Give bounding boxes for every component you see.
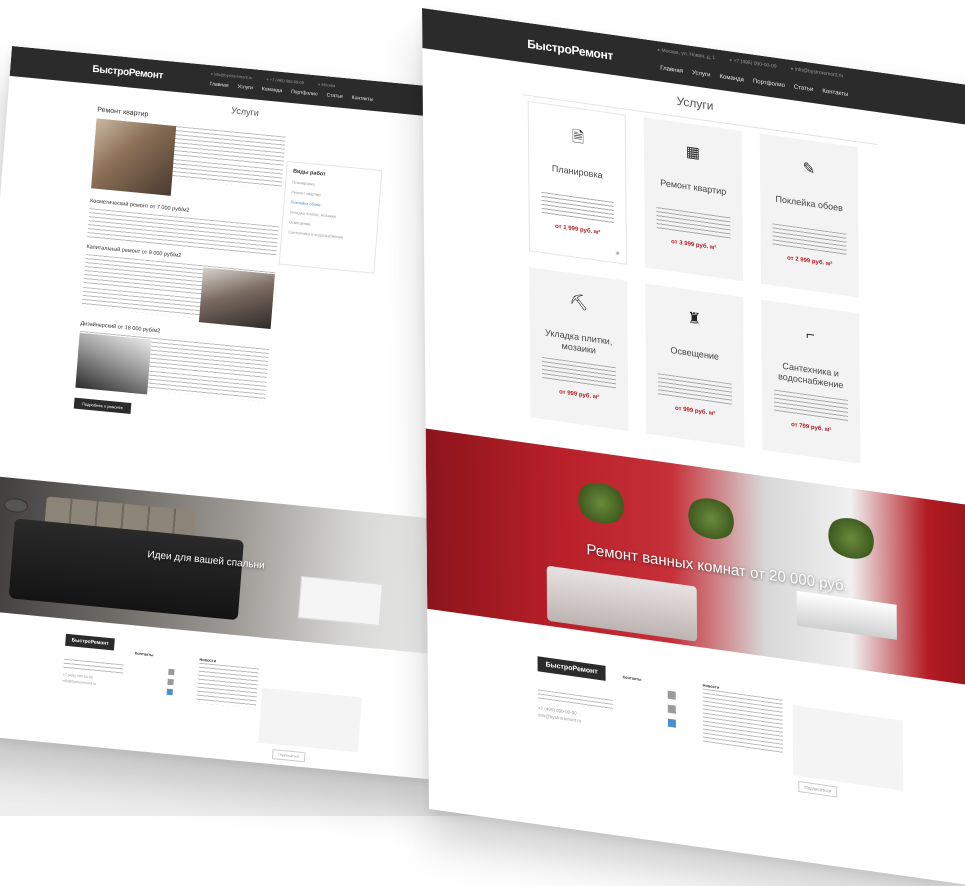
main-nav: Главная Услуги Команда Портфолио Статьи … [209, 81, 373, 103]
footer-logo[interactable]: БыстроРемонт [537, 656, 606, 681]
service-card-lighting[interactable]: ♜ Освещение от 999 руб. м² [645, 283, 745, 448]
social-icon[interactable] [667, 690, 676, 700]
faucet-icon: ⌐ [805, 326, 815, 345]
social-icon[interactable] [667, 718, 676, 728]
footer-about: +7 (495) 000-00-00 info@bystroremont.ru [537, 689, 613, 729]
subscribe-button[interactable]: Подписаться [271, 749, 306, 763]
nav-home[interactable]: Главная [660, 66, 683, 75]
nav-team[interactable]: Команда [262, 86, 283, 94]
service-card-planning[interactable]: 🗎 Планировка от 1 999 руб. м² ◉ [527, 100, 627, 265]
subscribe-box [792, 705, 904, 791]
blueprint-icon: 🗎 [571, 128, 585, 147]
contact-city: Москва [318, 82, 335, 88]
nav-articles[interactable]: Статьи [326, 92, 343, 100]
footer-logo[interactable]: БыстроРемонт [65, 633, 116, 651]
plant-decoration [685, 495, 737, 543]
social-icon[interactable] [168, 668, 175, 676]
service-title: Поклейка обоев [775, 193, 843, 214]
nav-contacts[interactable]: Контакты [351, 95, 373, 103]
contact-email[interactable]: info@bystroremont.ru [210, 71, 253, 80]
bedroom-photo [91, 118, 177, 196]
subscribe-box [258, 687, 362, 753]
plant-decoration [825, 514, 877, 562]
service-card-tiles[interactable]: ⛏ Укладка плитки, мозаики от 999 руб. м² [529, 267, 629, 432]
lamp-decoration [3, 497, 29, 514]
more-button[interactable]: Подробнее о ремонте [73, 397, 132, 414]
footer-news: Новости [703, 683, 784, 758]
contact-phone[interactable]: +7 (495) 000-00-00 [729, 57, 777, 70]
footer-contacts-title: Контакты [622, 674, 642, 682]
lamp-icon: ♜ [687, 309, 702, 329]
contact-email[interactable]: info@bystroremont.ru [791, 66, 843, 79]
service-card-plumbing[interactable]: ⌐ Сантехника и водоснабжение от 799 руб.… [761, 299, 861, 464]
news-list [196, 662, 259, 709]
subscribe-button[interactable]: Подписаться [798, 780, 838, 798]
trowel-icon: ⛏ [569, 292, 589, 313]
left-page-mockup: БыстроРемонт info@bystroremont.ru +7 (49… [0, 46, 485, 780]
services-grid: 🗎 Планировка от 1 999 руб. м² ◉ ▦ Ремонт… [527, 100, 881, 467]
contact-address: Москва, ул. Новая, д. 1 [657, 47, 715, 62]
service-description [657, 373, 733, 406]
footer-contacts-title: Контакты [134, 650, 154, 658]
building-icon: ▦ [685, 143, 701, 163]
nav-home[interactable]: Главная [209, 81, 228, 89]
news-list [702, 688, 784, 755]
service-title: Сантехника и водоснабжение [778, 360, 844, 391]
nav-portfolio[interactable]: Портфолио [291, 89, 318, 98]
service-description [773, 389, 849, 422]
service-description [541, 191, 614, 224]
nav-services[interactable]: Услуги [237, 84, 253, 91]
nav-team[interactable]: Команда [719, 74, 744, 83]
site-logo[interactable]: БыстроРемонт [92, 64, 164, 82]
service-description [656, 206, 731, 240]
cabinet-decoration [298, 576, 383, 626]
social-icon[interactable] [166, 688, 174, 696]
sink-decoration [796, 590, 897, 640]
service-title: Ремонт квартир [660, 177, 727, 197]
contact-phone[interactable]: +7 (495) 000-00-00 [266, 77, 305, 85]
footer-contacts: Контакты [623, 674, 642, 683]
corner-marker-icon: ◉ [615, 250, 620, 257]
living-room-photo [198, 267, 275, 330]
service-description [772, 223, 847, 256]
footer-contacts: Контакты [134, 650, 154, 658]
right-page-mockup: БыстроРемонт Москва, ул. Новая, д. 1 +7 … [422, 8, 965, 886]
service-card-apartments[interactable]: ▦ Ремонт квартир от 3 999 руб. м² [643, 117, 743, 282]
service-card-wallpaper[interactable]: ✎ Поклейка обоев от 2 999 руб. м² [759, 133, 859, 298]
service-title: Укладка плитки, мозаики [545, 327, 613, 356]
nav-portfolio[interactable]: Портфолио [753, 79, 785, 90]
nav-contacts[interactable]: Контакты [822, 88, 848, 98]
work-types-sidebar: Виды работ Планировка Ремонт квартир Пок… [278, 160, 383, 274]
service-title: Планировка [551, 163, 603, 181]
nav-articles[interactable]: Статьи [794, 84, 814, 93]
footer-about: +7 (495) 000-00-00 info@bystroremont.ru [62, 658, 124, 690]
service-description [541, 356, 617, 390]
paint-roller-icon: ✎ [802, 159, 816, 179]
bed-decoration [8, 518, 244, 621]
nav-services[interactable]: Услуги [692, 70, 711, 79]
plant-decoration [575, 479, 627, 527]
interior-photo [75, 332, 152, 395]
social-icon[interactable] [667, 704, 676, 714]
social-icon[interactable] [167, 678, 174, 686]
site-logo[interactable]: БыстроРемонт [527, 37, 613, 63]
article-content: Ремонт квартир Косметический ремонт от 7… [73, 106, 287, 426]
sidebar-item-plumbing[interactable]: Сантехника и водоснабжение [288, 229, 370, 242]
footer-news: Новости [196, 657, 260, 712]
service-title: Освещение [670, 344, 719, 362]
